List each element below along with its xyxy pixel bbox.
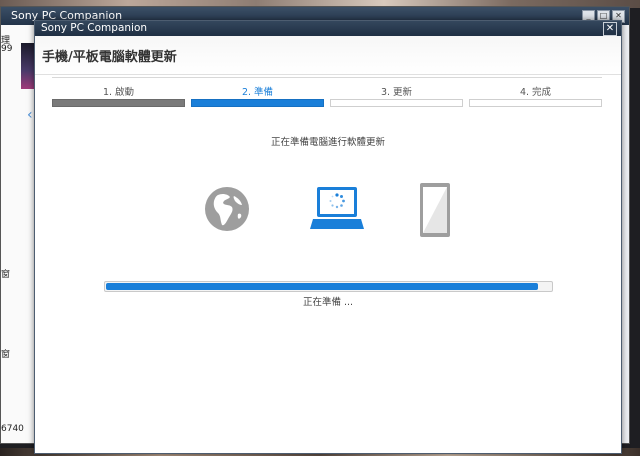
page-title: 手機/平板電腦軟體更新 — [42, 50, 177, 65]
step-prepare: 2. 準備 — [191, 78, 324, 108]
step-progress-bar — [52, 99, 185, 107]
progress-caption: 正在準備 ... — [302, 297, 354, 308]
background-text: 窗 — [1, 270, 11, 280]
chevron-left-icon[interactable]: ‹ — [27, 107, 33, 123]
background-text: 99 — [1, 44, 13, 54]
step-label: 4. 完成 — [519, 87, 552, 98]
step-label: 1. 啟動 — [102, 87, 135, 98]
background-text: 6740 — [1, 424, 24, 434]
preparation-progress-bar — [104, 281, 553, 292]
step-label: 2. 準備 — [241, 87, 274, 98]
dialog-titlebar: Sony PC Companion ✕ — [35, 21, 621, 36]
background-text: 窗 — [1, 350, 11, 360]
step-progress-bar — [330, 99, 463, 107]
step-indicator: 1. 啟動 2. 準備 3. 更新 4. 完成 — [52, 77, 602, 108]
step-label: 3. 更新 — [380, 87, 413, 98]
dialog-title: Sony PC Companion — [41, 22, 148, 34]
status-message: 正在準備電腦進行軟體更新 — [270, 137, 385, 148]
step-progress-bar — [191, 99, 324, 107]
progress-fill — [106, 283, 538, 290]
laptop-loading-icon — [310, 187, 364, 229]
step-finish: 4. 完成 — [469, 78, 602, 108]
globe-icon — [205, 187, 249, 231]
step-start: 1. 啟動 — [52, 78, 185, 108]
close-icon[interactable]: ✕ — [603, 22, 617, 36]
step-progress-bar — [469, 99, 602, 107]
phone-icon — [420, 183, 450, 237]
step-update: 3. 更新 — [330, 78, 463, 108]
update-dialog: Sony PC Companion ✕ 手機/平板電腦軟體更新 1. 啟動 2.… — [34, 20, 622, 454]
